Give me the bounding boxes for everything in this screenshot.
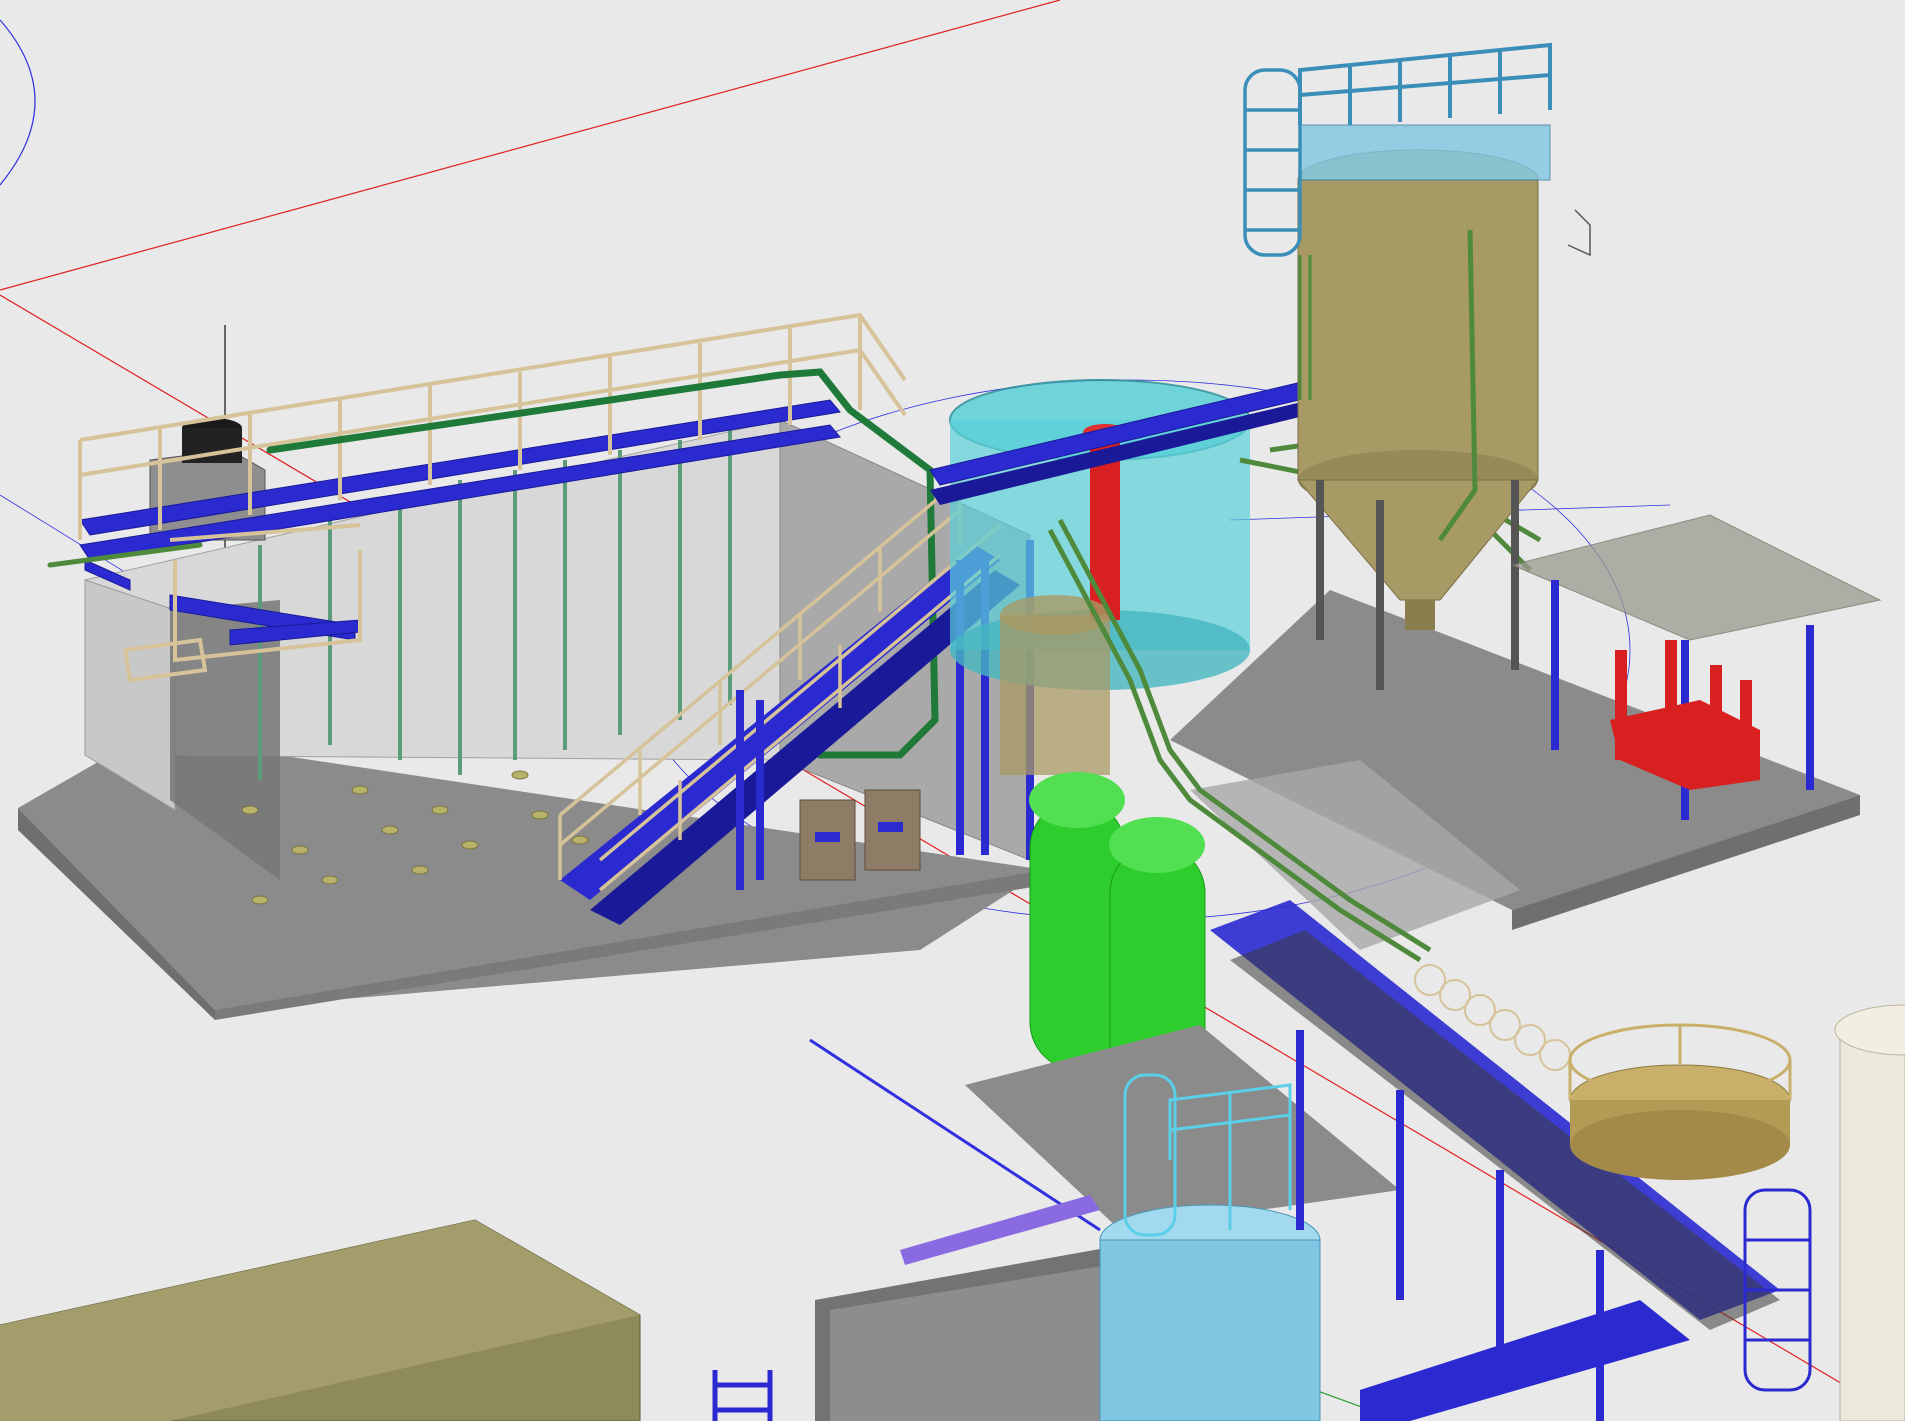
white-tank-edge xyxy=(1834,1004,1905,1421)
plant-3d-scene[interactable] xyxy=(0,0,1905,1421)
silo-top-platform xyxy=(1299,124,1551,181)
3d-model-viewport[interactable] xyxy=(0,0,1905,1421)
